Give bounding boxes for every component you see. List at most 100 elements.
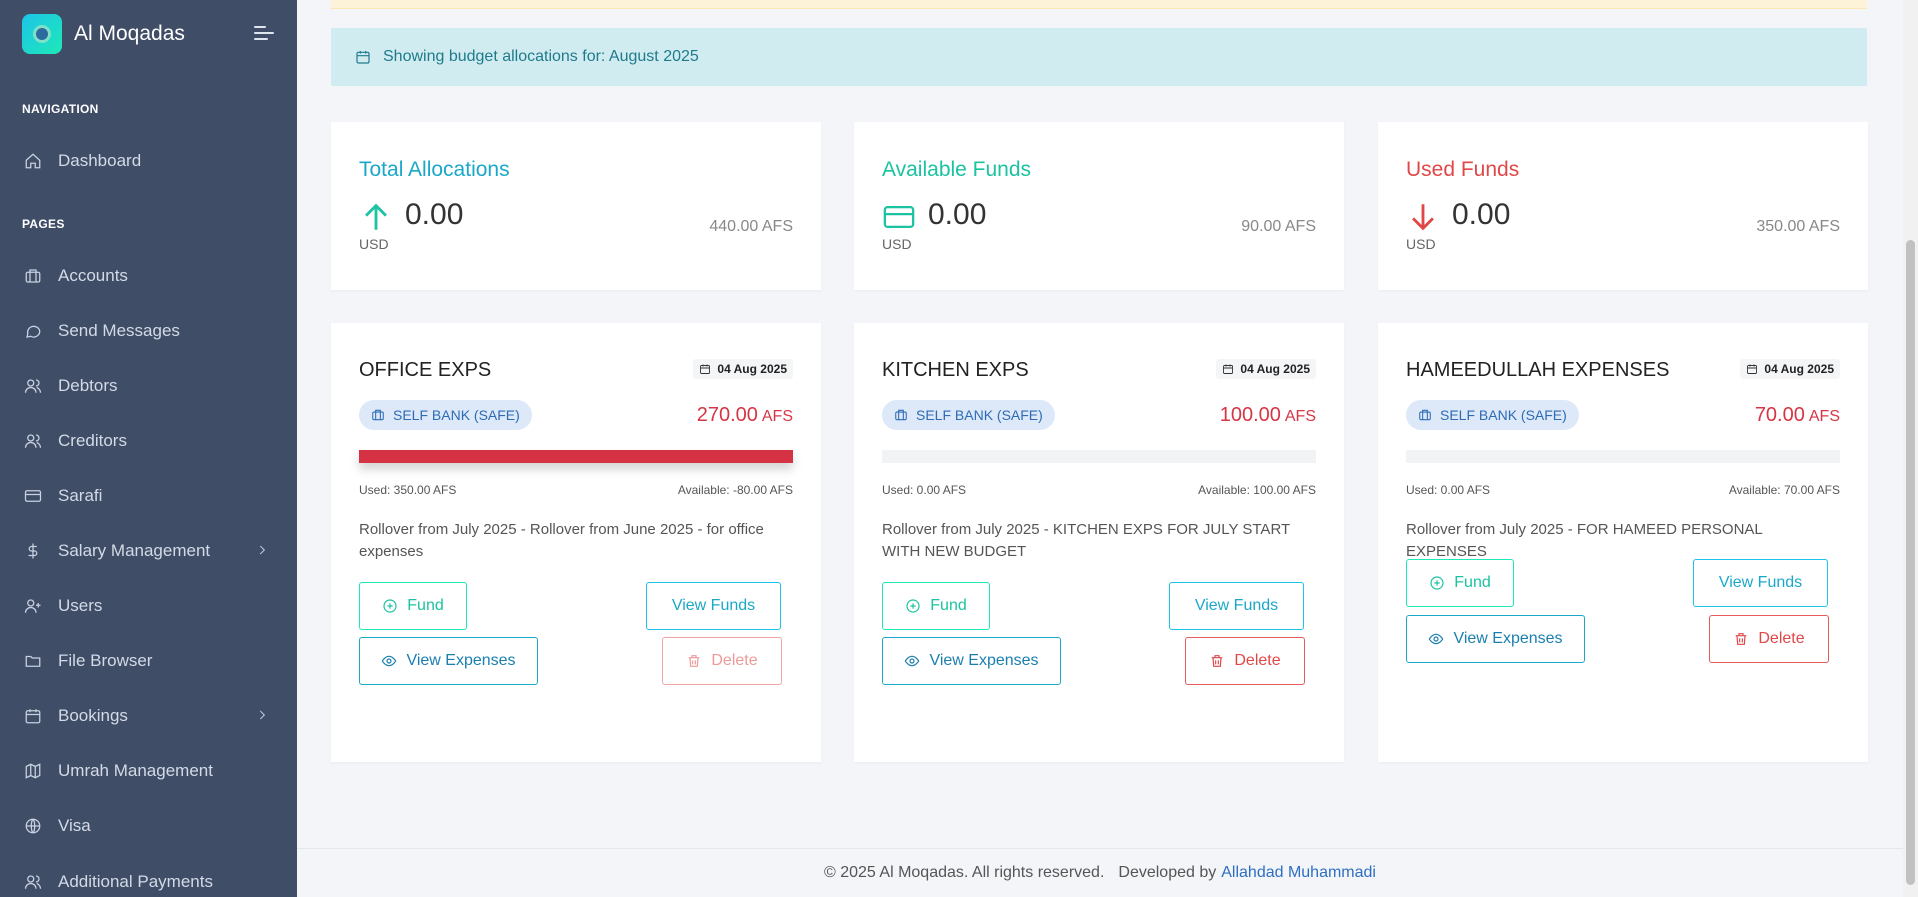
- sidebar-item-label: Umrah Management: [58, 761, 213, 780]
- calendar-icon: [1747, 364, 1758, 374]
- sidebar-item-label: Additional Payments: [58, 872, 213, 891]
- sidebar-item-debtors[interactable]: Debtors: [0, 364, 297, 408]
- stat-card-total-allocations: Total Allocations 0.00 USD 440.00 AFS: [331, 122, 821, 290]
- view-funds-button[interactable]: View Funds: [1169, 582, 1304, 630]
- info-alert: Showing budget allocations for: August 2…: [331, 28, 1867, 86]
- budget-amount-unit: AFS: [761, 408, 793, 425]
- sidebar-item-salary-management[interactable]: Salary Management: [0, 529, 297, 573]
- fund-button[interactable]: Fund: [1406, 559, 1514, 607]
- budget-amount: 270.00 AFS: [697, 404, 793, 427]
- sidebar-item-creditors[interactable]: Creditors: [0, 419, 297, 463]
- developer-link[interactable]: Allahdad Muhammadi: [1221, 864, 1376, 882]
- users-icon: [24, 434, 42, 448]
- sidebar-item-label: Creditors: [58, 431, 127, 450]
- budget-amount-unit: AFS: [1808, 408, 1840, 425]
- budget-card-hameedullah-expenses: HAMEEDULLAH EXPENSES 04 Aug 2025 SELF BA…: [1378, 323, 1868, 762]
- brand[interactable]: Al Moqadas: [0, 0, 297, 68]
- brand-logo: [22, 14, 62, 54]
- sidebar-item-label: Salary Management: [58, 541, 211, 560]
- budget-source: SELF BANK (SAFE): [1440, 407, 1567, 423]
- view-funds-label: View Funds: [671, 597, 756, 614]
- sidebar-item-dashboard[interactable]: Dashboard: [0, 139, 297, 183]
- sidebar-item-additional-payments[interactable]: Additional Payments: [0, 860, 297, 897]
- folder-icon: [25, 655, 41, 667]
- sidebar-item-label: Sarafi: [58, 486, 103, 505]
- view-funds-button[interactable]: View Funds: [1693, 559, 1828, 607]
- budget-source: SELF BANK (SAFE): [393, 407, 520, 423]
- arrow-up-icon: [365, 203, 387, 230]
- delete-button[interactable]: Delete: [662, 637, 782, 685]
- stat-title: Used Funds: [1406, 158, 1520, 181]
- fund-button-label: Fund: [407, 597, 444, 614]
- view-funds-label: View Funds: [1194, 597, 1279, 614]
- budget-amount: 70.00 AFS: [1755, 404, 1840, 427]
- plus-circle-icon: [383, 599, 397, 613]
- budget-source-badge: SELF BANK (SAFE): [882, 400, 1055, 430]
- budget-amount: 100.00 AFS: [1220, 404, 1316, 427]
- footer: © 2025 Al Moqadas. All rights reserved. …: [297, 848, 1903, 897]
- sidebar-item-sarafi[interactable]: Sarafi: [0, 474, 297, 518]
- briefcase-icon: [25, 269, 41, 283]
- view-expenses-label: View Expenses: [1453, 630, 1563, 647]
- budget-name: OFFICE EXPS: [359, 359, 492, 381]
- budget-description: Rollover from July 2025 - Rollover from …: [359, 521, 764, 560]
- budget-card-kitchen-exps: KITCHEN EXPS 04 Aug 2025 SELF BANK (SAFE…: [854, 323, 1344, 762]
- budget-name: KITCHEN EXPS: [882, 359, 1029, 381]
- home-icon: [25, 153, 41, 169]
- budget-amount-value: 70.00: [1754, 404, 1805, 426]
- view-funds-button[interactable]: View Funds: [646, 582, 781, 630]
- view-expenses-button[interactable]: View Expenses: [882, 637, 1061, 685]
- sidebar-item-bookings[interactable]: Bookings: [0, 694, 297, 738]
- budget-date: 04 Aug 2025: [717, 362, 787, 376]
- sidebar-item-label: Users: [58, 596, 103, 615]
- budget-date: 04 Aug 2025: [1240, 362, 1310, 376]
- budget-progress-bar: [882, 450, 1316, 463]
- trash-icon: [1736, 633, 1747, 645]
- stat-afs: 350.00 AFS: [1756, 218, 1840, 235]
- view-funds-label: View Funds: [1718, 574, 1803, 591]
- menu-toggle-icon[interactable]: [254, 26, 274, 42]
- footer-developed-by: Developed by: [1118, 864, 1217, 881]
- budget-source: SELF BANK (SAFE): [916, 407, 1043, 423]
- scrollbar[interactable]: [1903, 0, 1918, 897]
- budget-available: Available: 70.00 AFS: [1728, 483, 1840, 497]
- fund-button[interactable]: Fund: [882, 582, 990, 630]
- scrollbar-thumb[interactable]: [1906, 240, 1915, 885]
- delete-button[interactable]: Delete: [1185, 637, 1305, 685]
- sidebar-item-label: Visa: [58, 816, 91, 835]
- sidebar-item-send-messages[interactable]: Send Messages: [0, 309, 297, 353]
- delete-button[interactable]: Delete: [1709, 615, 1829, 663]
- user-plus-icon: [24, 599, 41, 613]
- budget-source-badge: SELF BANK (SAFE): [359, 400, 532, 430]
- stat-value: 0.00: [405, 198, 464, 231]
- stat-currency: USD: [882, 236, 912, 252]
- view-expenses-button[interactable]: View Expenses: [359, 637, 538, 685]
- bank-icon: [895, 409, 907, 421]
- calendar-icon: [25, 709, 41, 724]
- budget-description: Rollover from July 2025 - FOR HAMEED PER…: [1406, 521, 1763, 560]
- chevron-right-icon: [259, 545, 266, 555]
- budget-description: Rollover from July 2025 - KITCHEN EXPS F…: [882, 521, 1290, 560]
- fund-button[interactable]: Fund: [359, 582, 467, 630]
- view-expenses-button[interactable]: View Expenses: [1406, 615, 1585, 663]
- sidebar-item-umrah-management[interactable]: Umrah Management: [0, 749, 297, 793]
- stat-afs: 440.00 AFS: [709, 218, 793, 235]
- eye-icon: [1429, 633, 1444, 645]
- sidebar-item-users[interactable]: Users: [0, 584, 297, 628]
- bank-icon: [372, 409, 384, 421]
- sidebar-item-accounts[interactable]: Accounts: [0, 254, 297, 298]
- arrow-down-icon: [1412, 204, 1434, 231]
- sidebar-item-visa[interactable]: Visa: [0, 804, 297, 848]
- plus-circle-icon: [1430, 576, 1444, 590]
- delete-label: Delete: [711, 652, 758, 669]
- budget-source-badge: SELF BANK (SAFE): [1406, 400, 1579, 430]
- nav-caption-navigation: NAVIGATION: [22, 102, 99, 116]
- budget-amount-unit: AFS: [1284, 408, 1316, 425]
- sidebar-item-label: Dashboard: [58, 151, 142, 170]
- budget-amount-value: 100.00: [1219, 404, 1281, 426]
- sidebar-item-file-browser[interactable]: File Browser: [0, 639, 297, 683]
- footer-copyright: © 2025 Al Moqadas. All rights reserved.: [824, 864, 1105, 881]
- stat-card-available-funds: Available Funds 0.00 USD 90.00 AFS: [854, 122, 1344, 290]
- budget-progress-bar: [1406, 450, 1840, 463]
- stat-title: Total Allocations: [359, 158, 510, 181]
